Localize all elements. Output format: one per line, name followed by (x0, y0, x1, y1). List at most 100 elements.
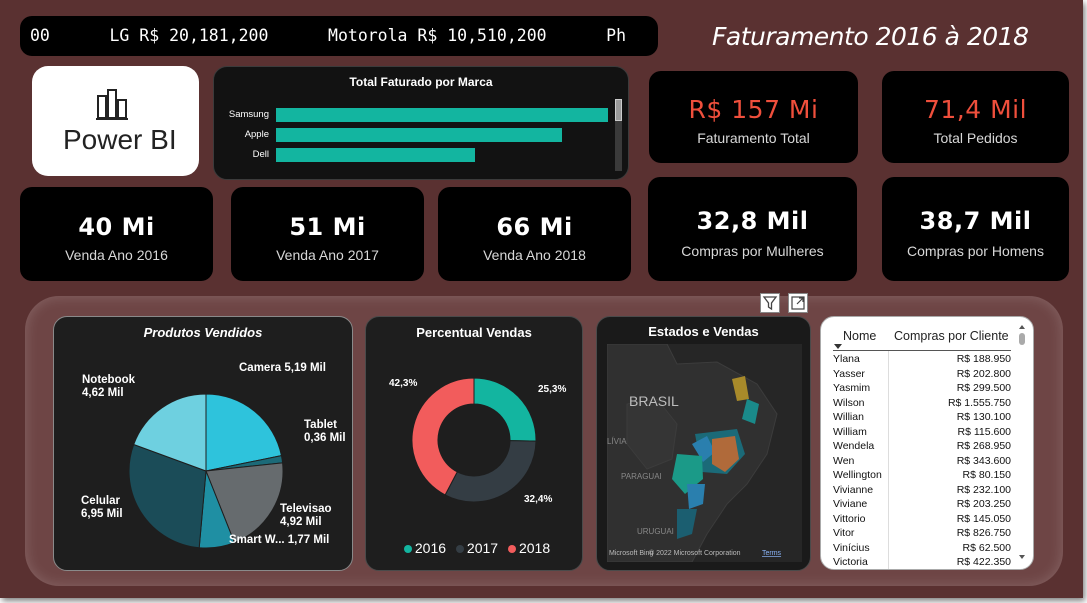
table-row[interactable]: Yasmim R$ 299.500 (833, 382, 1011, 397)
cell-compras: R$ 62.500 (962, 541, 1011, 554)
dashboard-canvas: 00 LG R$ 20,181,200 Motorola R$ 10,510,2… (0, 0, 1083, 598)
table-row[interactable]: Yasser R$ 202.800 (833, 368, 1011, 383)
cell-nome: Ylana (833, 353, 860, 365)
donut-slice-2017[interactable] (444, 440, 537, 503)
legend-label-2018[interactable]: 2018 (519, 540, 550, 556)
states-map-card[interactable]: Estados e Vendas BRASIL LÍVIA PARAGUAI U… (596, 316, 811, 571)
column-header-compras[interactable]: Compras por Cliente (894, 329, 1009, 343)
kpi-value: 66 Mi (496, 213, 573, 241)
donut-legend: 2016 2017 2018 (366, 540, 582, 556)
bar-row[interactable]: Apple (214, 128, 614, 142)
table-row[interactable]: Willian R$ 130.100 (833, 411, 1011, 426)
kpi-label: Faturamento Total (697, 130, 810, 146)
bar-row[interactable]: Dell (214, 148, 614, 162)
cell-compras: R$ 115.600 (957, 425, 1011, 438)
chart-title: Total Faturado por Marca (349, 75, 493, 89)
scrollbar-thumb[interactable] (615, 99, 622, 121)
products-pie-card[interactable]: Produtos Vendidos Camera 5,19 Mil Tablet… (53, 316, 353, 571)
focus-mode-icon[interactable] (788, 293, 808, 313)
cell-nome: Vitor (833, 527, 855, 539)
table-scrollbar[interactable] (1019, 325, 1025, 559)
cell-compras: R$ 232.100 (956, 483, 1011, 496)
map-attribution: © 2022 Microsoft Corporation (649, 549, 741, 557)
map-label-uruguai: URUGUAI (637, 527, 674, 536)
logo-text: Power BI (63, 124, 177, 155)
table-row[interactable]: Ylana R$ 188.950 (833, 353, 1011, 368)
table-row[interactable]: Wellington R$ 80.150 (833, 469, 1011, 484)
table-row[interactable]: Vinícius R$ 62.500 (833, 542, 1011, 557)
donut-label-2018: 42,3% (389, 378, 418, 389)
cell-nome: William (833, 425, 867, 438)
customers-table[interactable]: Nome Compras por Cliente Ylana R$ 188.950… (820, 316, 1034, 570)
table-row[interactable]: Vitor R$ 826.750 (833, 527, 1011, 542)
sort-desc-icon[interactable] (834, 344, 842, 349)
kpi-value: 40 Mi (78, 213, 155, 241)
cell-compras: R$ 188.950 (956, 353, 1011, 365)
table-row[interactable]: Wen R$ 343.600 (833, 455, 1011, 470)
donut-label-2017: 32,4% (524, 494, 553, 505)
cell-nome: Wen (833, 454, 855, 467)
pie-label-smartwatch: Smart W... 1,77 Mil (229, 534, 330, 546)
chart-scrollbar[interactable] (615, 99, 622, 171)
table-row[interactable]: Wendela R$ 268.950 (833, 440, 1011, 455)
table-row[interactable]: Victoria R$ 422.350 (833, 556, 1011, 569)
cell-nome: Victoria (833, 556, 868, 568)
donut-slice-2016[interactable] (473, 377, 537, 442)
cell-compras: R$ 343.600 (956, 454, 1011, 467)
cell-nome: Yasser (833, 367, 865, 380)
legend-dot-2016 (403, 545, 412, 553)
legend-dot-2017 (455, 545, 464, 553)
map-brand: Microsoft Bing (609, 550, 653, 557)
cell-nome: Willian (833, 411, 864, 423)
bar[interactable] (276, 108, 608, 122)
filter-icon[interactable] (760, 293, 780, 313)
map-view[interactable]: BRASIL LÍVIA PARAGUAI URUGUAI Microsoft … (607, 344, 802, 562)
pie-label-name: Notebook (82, 374, 136, 386)
kpi-venda-2017: 51 Mi Venda Ano 2017 (231, 187, 424, 281)
scroll-up-icon[interactable] (1019, 325, 1025, 329)
sales-percent-donut-card[interactable]: Percentual Vendas 42,3% 25,3% 32,4% 2016… (365, 316, 583, 571)
kpi-label: Venda Ano 2017 (276, 247, 379, 263)
cell-nome: Vivianne (833, 483, 874, 496)
header-divider (833, 350, 1011, 351)
page-title: Faturamento 2016 à 2018 (712, 22, 1029, 51)
table-row[interactable]: Wilson R$ 1.555.750 (833, 397, 1011, 412)
cell-compras: R$ 203.250 (956, 498, 1011, 510)
scrollbar-thumb[interactable] (1019, 333, 1025, 345)
pie-label-value: 4,92 Mil (280, 516, 322, 528)
bar[interactable] (276, 128, 562, 142)
kpi-value: 51 Mi (289, 213, 366, 241)
kpi-label: Venda Ano 2016 (65, 247, 168, 263)
cell-compras: R$ 1.555.750 (947, 396, 1011, 409)
legend-label-2017[interactable]: 2017 (467, 540, 498, 556)
donut-chart[interactable] (366, 317, 584, 572)
table-row[interactable]: Vivianne R$ 232.100 (833, 484, 1011, 499)
map-terms-link[interactable]: Terms (762, 550, 782, 557)
table-row[interactable]: Viviane R$ 203.250 (833, 498, 1011, 513)
kpi-label: Venda Ano 2018 (483, 247, 586, 263)
pie-label-name: Tablet (304, 419, 338, 431)
cell-nome: Vittorio (833, 512, 866, 525)
column-header-nome[interactable]: Nome (843, 329, 876, 343)
pie-label-value: 4,62 Mil (82, 387, 124, 399)
cell-nome: Viviane (833, 498, 868, 510)
kpi-value: R$ 157 Mi (688, 95, 819, 124)
bar-label: Apple (244, 129, 269, 140)
bar-row[interactable]: Samsung (214, 108, 614, 122)
table-row[interactable]: William R$ 115.600 (833, 426, 1011, 441)
table-row[interactable]: Vittorio R$ 145.050 (833, 513, 1011, 528)
brand-revenue-chart[interactable]: Total Faturado por Marca Samsung Apple Del… (213, 66, 629, 180)
kpi-value: 71,4 Mil (923, 95, 1028, 124)
kpi-label: Compras por Mulheres (681, 243, 824, 259)
pie-label-notebook: Notebook 4,62 Mil (82, 374, 135, 400)
bar-label: Samsung (228, 109, 269, 120)
legend-label-2016[interactable]: 2016 (415, 540, 446, 556)
cell-compras: R$ 80.150 (962, 469, 1011, 481)
bar[interactable] (276, 148, 476, 162)
kpi-label: Total Pedidos (933, 130, 1018, 146)
scroll-down-icon[interactable] (1019, 555, 1025, 559)
kpi-value: 38,7 Mil (919, 207, 1032, 235)
pie-label-value: 0,36 Mil (304, 432, 346, 444)
pie-label-televisao: Televisao 4,92 Mil (280, 503, 332, 529)
donut-label-2016: 25,3% (538, 384, 567, 395)
